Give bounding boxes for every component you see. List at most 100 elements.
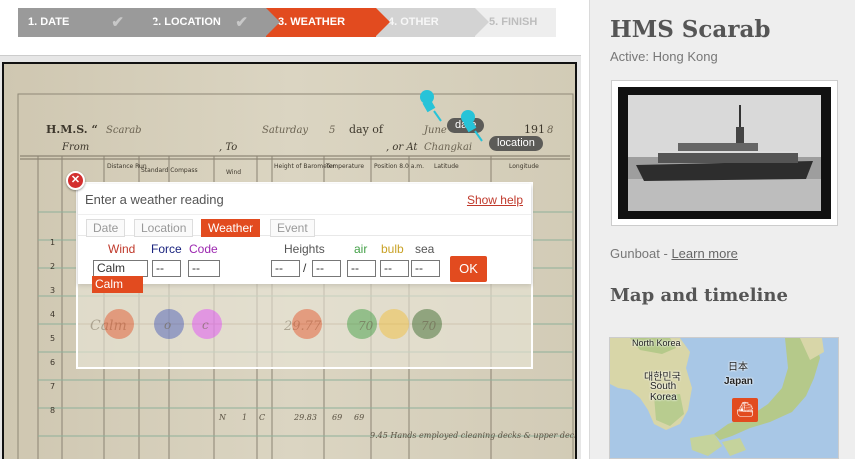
wind-label: Wind — [108, 242, 136, 256]
log-hour: 1 — [50, 238, 55, 247]
ship-photo — [611, 80, 838, 226]
force-label: Force — [151, 242, 182, 256]
log-to: , To — [219, 142, 237, 153]
map-terrain — [610, 338, 824, 456]
log-month: June — [422, 125, 447, 136]
sidebar: HMS Scarab Active: Hong Kong Gunboat - L — [589, 0, 855, 459]
map-label-south-korea-1: South Korea — [650, 381, 684, 403]
force-input[interactable]: -- — [152, 260, 181, 277]
log-col-wind: Wind — [226, 169, 241, 176]
step-location[interactable]: 2. LOCATION ✔ — [142, 8, 280, 37]
log-hour: 4 — [50, 310, 55, 319]
weather-popup: Enter a weather reading Show help Date L… — [76, 182, 533, 369]
map-label-south-korea: South Korea — [650, 381, 677, 403]
bulb-marker — [379, 309, 409, 339]
log-hour: 7 — [50, 382, 55, 391]
ship-type-text: Gunboat - — [610, 246, 672, 261]
log-hour: 6 — [50, 358, 55, 367]
step-label: 5. FINISH — [489, 16, 538, 28]
map-label-japan: Japan — [724, 376, 753, 387]
log-hour: 2 — [50, 262, 55, 271]
svg-text:o: o — [164, 318, 171, 332]
log-year: 191 — [524, 123, 545, 136]
log-entry: 29.83 — [293, 413, 317, 422]
step-other[interactable]: 4. OTHER — [376, 8, 489, 37]
tab-date[interactable]: Date — [86, 219, 126, 237]
log-entry: C — [259, 413, 265, 422]
log-hms: H.M.S. “ — [46, 123, 98, 136]
wind-suggestion[interactable]: Calm — [92, 276, 143, 293]
weather-form: Enter a weather reading Show help Date L… — [78, 184, 531, 284]
wind-marker — [104, 309, 134, 339]
log-place: Changkai — [424, 142, 472, 153]
location-pin-icon[interactable] — [457, 107, 485, 143]
tab-event[interactable]: Event — [270, 219, 315, 237]
step-label: 3. WEATHER — [278, 16, 346, 28]
ship-photo-image — [618, 87, 831, 219]
progress-steps: 1. DATE ✔ 2. LOCATION ✔ 3. WEATHER 4. OT… — [18, 8, 556, 37]
log-day: Saturday — [262, 125, 308, 136]
step-date[interactable]: 1. DATE ✔ — [18, 8, 156, 37]
step-weather[interactable]: 3. WEATHER — [266, 8, 390, 37]
show-help-link[interactable]: Show help — [467, 193, 523, 207]
step-label: 1. DATE — [28, 16, 70, 28]
air-input[interactable]: -- — [347, 260, 376, 277]
log-year-suffix: 8 — [547, 125, 553, 136]
log-hour: 3 — [50, 286, 55, 295]
ship-active-location: Active: Hong Kong — [610, 49, 718, 64]
map-title: Map and timeline — [610, 285, 788, 306]
ship-type: Gunboat - Learn more — [610, 246, 738, 261]
height-input-2[interactable]: -- — [312, 260, 341, 277]
svg-text:c: c — [202, 318, 209, 332]
log-col-compass: Standard Compass — [141, 167, 198, 174]
log-entry: 69 — [354, 413, 364, 422]
ship-name: HMS Scarab — [610, 16, 771, 43]
ship-marker-icon[interactable]: ⛴ — [732, 398, 758, 422]
log-entry: 1 — [242, 413, 247, 422]
step-label: 2. LOCATION — [152, 16, 221, 28]
field-markers: Calm 29.77 70 70 o c — [78, 284, 531, 367]
log-from: From — [61, 142, 89, 153]
code-label: Code — [189, 242, 218, 256]
log-hour: 8 — [50, 406, 55, 415]
tab-weather[interactable]: Weather — [201, 219, 261, 237]
heights-separator: / — [303, 261, 307, 275]
log-entry: 69 — [332, 413, 342, 422]
log-col-longitude: Longitude — [509, 163, 539, 170]
sea-input[interactable]: -- — [411, 260, 440, 277]
log-or-at: , or At — [386, 142, 418, 153]
height-marker — [292, 309, 322, 339]
heights-label: Heights — [284, 242, 325, 256]
popup-title: Enter a weather reading — [85, 192, 224, 207]
close-icon[interactable]: ✕ — [66, 171, 85, 190]
location-pin-label[interactable]: location — [489, 136, 543, 151]
log-col-latitude: Latitude — [434, 163, 459, 170]
learn-more-link[interactable]: Learn more — [671, 246, 737, 261]
ok-button[interactable]: OK — [450, 256, 487, 282]
bulb-input[interactable]: -- — [380, 260, 409, 277]
checkmark-icon: ✔ — [235, 14, 248, 31]
log-col-position: Position 8.0 a.m. — [374, 163, 424, 170]
log-col-temperature: Temperature — [325, 163, 364, 170]
log-date-num: 5 — [329, 125, 335, 136]
wind-input[interactable]: Calm — [93, 260, 148, 277]
log-hour: 5 — [50, 334, 55, 343]
map-label-north-korea: North Korea — [632, 338, 681, 348]
checkmark-icon: ✔ — [111, 14, 124, 31]
log-entry-note: 9.45 Hands employed cleaning decks & upp… — [370, 431, 577, 440]
height-input-1[interactable]: -- — [271, 260, 300, 277]
tab-location[interactable]: Location — [134, 219, 194, 237]
svg-text:70: 70 — [421, 319, 437, 333]
route-map[interactable]: North Korea 대한민국 South Korea 日本 Japan ⛴ — [609, 337, 839, 459]
date-pin-icon[interactable] — [416, 87, 444, 123]
sea-label: sea — [415, 242, 435, 256]
code-input[interactable]: -- — [188, 260, 220, 277]
svg-text:70: 70 — [358, 319, 374, 333]
entry-tabs: Date Location Weather Event — [78, 214, 531, 237]
bulb-label: bulb — [381, 242, 404, 256]
air-label: air — [354, 242, 368, 256]
log-day-of: day of — [349, 123, 384, 136]
map-label-japan-native: 日本 — [728, 362, 748, 373]
log-ship-name: Scarab — [106, 125, 142, 136]
log-entry: N — [218, 413, 227, 422]
